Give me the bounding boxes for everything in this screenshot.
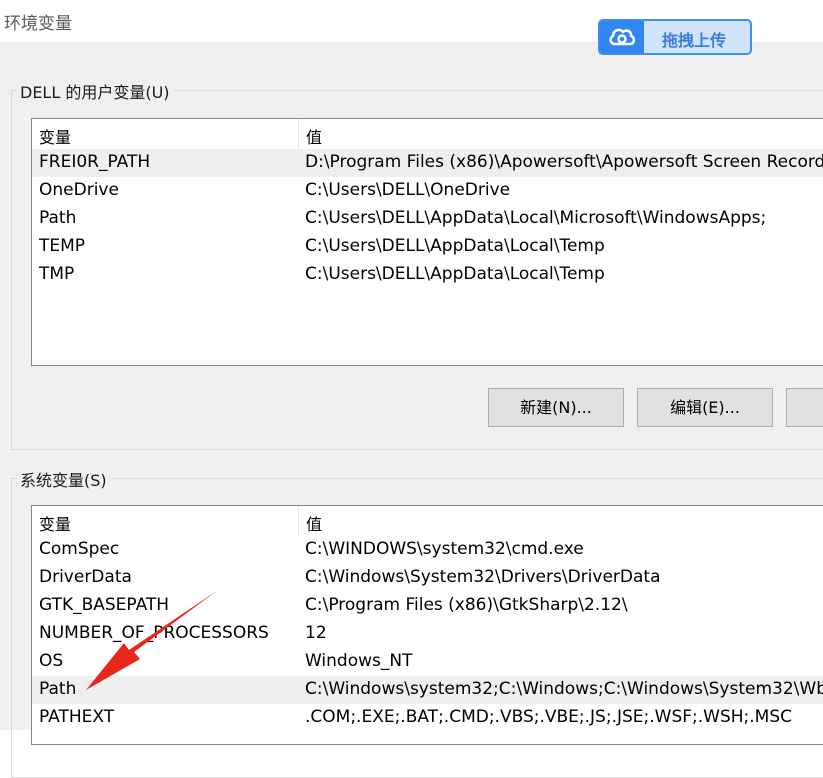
column-header-variable[interactable]: 变量 — [39, 511, 71, 535]
column-header-value[interactable]: 值 — [306, 511, 322, 535]
dialog-body: DELL 的用户变量(U) 变量 值 FREI0R_PATH D:\Progra… — [0, 42, 823, 778]
user-var-name: TMP — [39, 264, 75, 284]
system-variables-label: 系统变量(S) — [17, 467, 110, 491]
user-variables-label: DELL 的用户变量(U) — [17, 79, 173, 103]
system-var-name: OS — [39, 651, 64, 671]
column-header-value[interactable]: 值 — [306, 124, 322, 148]
user-var-value: C:\Users\DELL\AppData\Local\Temp — [305, 236, 605, 256]
delete-button[interactable] — [786, 388, 823, 427]
user-var-name: TEMP — [39, 236, 86, 256]
system-variables-list[interactable]: 变量 值 ComSpec C:\WINDOWS\system32\cmd.exe… — [31, 505, 823, 745]
drag-upload-button[interactable]: 拖拽上传 — [598, 19, 752, 55]
system-var-row[interactable]: GTK_BASEPATH C:\Program Files (x86)\GtkS… — [32, 592, 823, 620]
system-var-row[interactable]: ComSpec C:\WINDOWS\system32\cmd.exe — [32, 536, 823, 564]
system-var-value: C:\Windows\System32\Drivers\DriverData — [305, 567, 661, 587]
user-var-name: Path — [39, 208, 77, 228]
user-list-header: 变量 值 — [32, 119, 823, 149]
system-list-header: 变量 值 — [32, 506, 823, 536]
system-var-name: ComSpec — [39, 539, 120, 559]
system-var-value: C:\Program Files (x86)\GtkSharp\2.12\ — [305, 595, 628, 615]
user-var-row[interactable]: FREI0R_PATH D:\Program Files (x86)\Apowe… — [32, 149, 823, 177]
system-var-value: C:\WINDOWS\system32\cmd.exe — [305, 539, 584, 559]
system-var-value: C:\Windows\system32;C:\Windows;C:\Window… — [305, 679, 823, 699]
system-var-value: Windows_NT — [305, 651, 413, 671]
window-title: 环境变量 — [4, 14, 72, 34]
user-var-row[interactable]: OneDrive C:\Users\DELL\OneDrive — [32, 177, 823, 205]
user-var-value: D:\Program Files (x86)\Apowersoft\Apower… — [305, 152, 823, 172]
user-var-name: FREI0R_PATH — [39, 152, 151, 172]
column-divider[interactable] — [298, 506, 299, 536]
column-divider[interactable] — [298, 119, 299, 149]
system-var-value: .COM;.EXE;.BAT;.CMD;.VBS;.VBE;.JS;.JSE;.… — [305, 707, 793, 727]
system-var-row[interactable]: DriverData C:\Windows\System32\Drivers\D… — [32, 564, 823, 592]
system-var-name: GTK_BASEPATH — [39, 595, 170, 615]
upload-label: 拖拽上传 — [662, 31, 727, 50]
user-var-name: OneDrive — [39, 180, 119, 200]
cloud-icon — [600, 21, 644, 53]
system-var-name: PATHEXT — [39, 707, 115, 727]
system-var-row[interactable]: NUMBER_OF_PROCESSORS 12 — [32, 620, 823, 648]
user-var-value: C:\Users\DELL\AppData\Local\Microsoft\Wi… — [305, 208, 767, 228]
user-var-value: C:\Users\DELL\OneDrive — [305, 180, 511, 200]
system-var-row[interactable]: OS Windows_NT — [32, 648, 823, 676]
user-variables-list[interactable]: 变量 值 FREI0R_PATH D:\Program Files (x86)\… — [31, 118, 823, 366]
user-var-row[interactable]: TEMP C:\Users\DELL\AppData\Local\Temp — [32, 233, 823, 261]
user-var-value: C:\Users\DELL\AppData\Local\Temp — [305, 264, 605, 284]
user-var-row[interactable]: Path C:\Users\DELL\AppData\Local\Microso… — [32, 205, 823, 233]
system-var-name: NUMBER_OF_PROCESSORS — [39, 623, 269, 643]
system-var-row[interactable]: Path C:\Windows\system32;C:\Windows;C:\W… — [32, 676, 823, 704]
system-var-name: Path — [39, 679, 77, 699]
column-header-variable[interactable]: 变量 — [39, 124, 71, 148]
system-var-name: DriverData — [39, 567, 132, 587]
new-button[interactable]: 新建(N)... — [488, 388, 624, 427]
system-var-value: 12 — [305, 623, 327, 643]
edit-button[interactable]: 编辑(E)... — [637, 388, 773, 427]
system-var-row[interactable]: PATHEXT .COM;.EXE;.BAT;.CMD;.VBS;.VBE;.J… — [32, 704, 823, 732]
user-var-row[interactable]: TMP C:\Users\DELL\AppData\Local\Temp — [32, 261, 823, 289]
